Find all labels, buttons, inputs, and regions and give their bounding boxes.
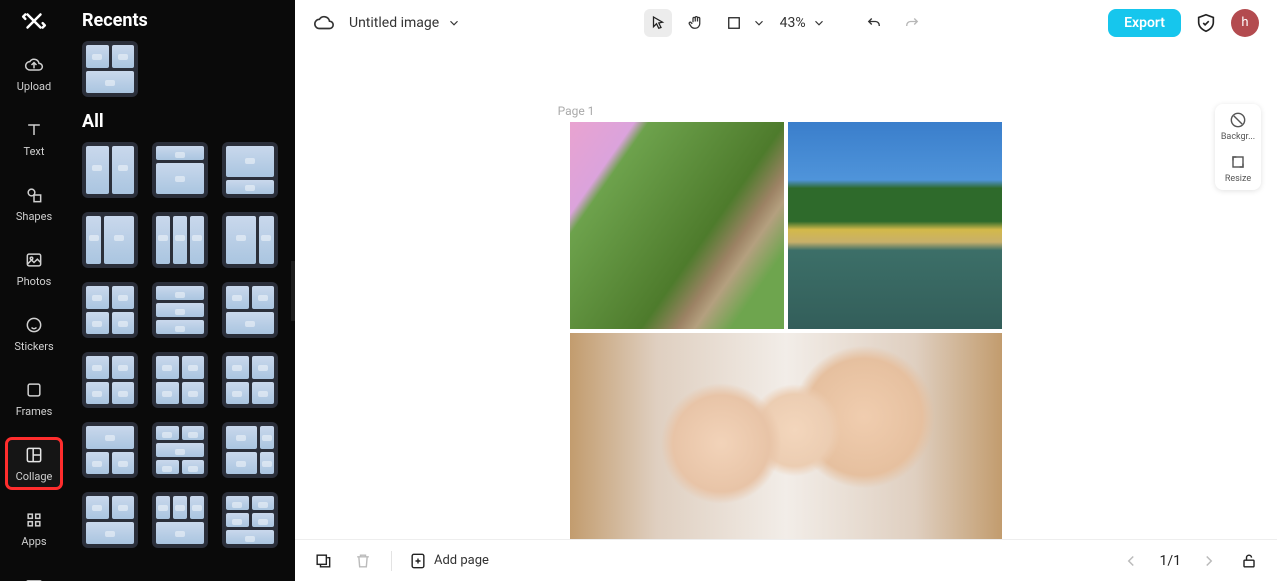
- layout-thumb[interactable]: [222, 492, 278, 548]
- layout-thumb-recent[interactable]: [82, 41, 138, 97]
- undo-button[interactable]: [860, 9, 888, 37]
- redo-button[interactable]: [898, 9, 926, 37]
- app-root: Upload Text Shapes Photos Stickers: [0, 0, 1277, 581]
- layers-button[interactable]: [311, 549, 335, 573]
- tool-shapes-label: Shapes: [16, 210, 52, 223]
- layout-thumb[interactable]: [152, 422, 208, 478]
- collage-cell-top-right[interactable]: [788, 122, 1002, 329]
- canvas-page[interactable]: [570, 122, 1002, 539]
- chevron-down-icon: [752, 16, 766, 30]
- background-tool[interactable]: Backgr...: [1221, 110, 1255, 142]
- layout-thumb[interactable]: [82, 492, 138, 548]
- crop-dropdown[interactable]: [720, 9, 748, 37]
- layout-thumb[interactable]: [152, 352, 208, 408]
- zoom-value: 43%: [780, 15, 806, 31]
- cloud-sync-icon[interactable]: [313, 12, 335, 34]
- chevron-down-icon: [447, 16, 461, 30]
- page-counter: 1/1: [1159, 553, 1181, 569]
- hand-tool[interactable]: [682, 9, 710, 37]
- app-logo-icon[interactable]: [20, 8, 48, 34]
- delete-button: [351, 549, 375, 573]
- collage-icon: [23, 444, 45, 466]
- layout-thumb[interactable]: [82, 422, 138, 478]
- all-heading: All: [82, 111, 281, 132]
- shield-icon[interactable]: [1195, 12, 1217, 34]
- tool-photos-label: Photos: [17, 275, 52, 288]
- tool-collage-label: Collage: [16, 470, 53, 483]
- layout-thumb[interactable]: [82, 282, 138, 338]
- tool-upload-label: Upload: [17, 80, 51, 93]
- export-button[interactable]: Export: [1108, 9, 1181, 37]
- layout-thumb[interactable]: [152, 142, 208, 198]
- tool-keyboard[interactable]: [6, 568, 62, 581]
- recents-grid: [82, 41, 281, 97]
- apps-icon: [23, 509, 45, 531]
- layout-thumb[interactable]: [222, 142, 278, 198]
- user-avatar[interactable]: h: [1231, 9, 1259, 37]
- background-label: Backgr...: [1221, 132, 1255, 142]
- tool-stickers-label: Stickers: [14, 340, 53, 353]
- tool-apps-label: Apps: [21, 535, 46, 548]
- tool-text-label: Text: [24, 145, 45, 158]
- collage-cell-top-left[interactable]: [570, 122, 784, 329]
- shapes-icon: [23, 184, 45, 206]
- tool-frames-label: Frames: [16, 405, 53, 418]
- toolbar-center: 43%: [644, 9, 926, 37]
- tool-stickers[interactable]: Stickers: [6, 308, 62, 359]
- layout-thumb[interactable]: [82, 212, 138, 268]
- layout-thumb[interactable]: [222, 422, 278, 478]
- layout-thumb[interactable]: [152, 282, 208, 338]
- collage-cell-bottom[interactable]: [570, 333, 1002, 539]
- topbar-right: Export h: [1108, 9, 1259, 37]
- layout-thumb[interactable]: [152, 212, 208, 268]
- zoom-dropdown[interactable]: 43%: [776, 15, 830, 31]
- tool-photos[interactable]: Photos: [6, 243, 62, 294]
- add-page-label: Add page: [434, 553, 489, 568]
- divider: [391, 551, 392, 571]
- next-page-button: [1197, 549, 1221, 573]
- document-title: Untitled image: [349, 15, 439, 31]
- tool-shapes[interactable]: Shapes: [6, 178, 62, 229]
- topbar: Untitled image 43%: [295, 0, 1277, 46]
- chevron-down-icon: [812, 16, 826, 30]
- tool-text[interactable]: Text: [6, 113, 62, 164]
- upload-icon: [23, 54, 45, 76]
- document-title-dropdown[interactable]: Untitled image: [349, 15, 461, 31]
- resize-label: Resize: [1225, 174, 1251, 184]
- page-label: Page 1: [558, 104, 595, 118]
- canvas-workspace[interactable]: Page 1 Backgr... Resize: [295, 46, 1277, 539]
- layout-thumb[interactable]: [82, 142, 138, 198]
- collage-panel: Recents All: [68, 0, 295, 581]
- right-tools: Backgr... Resize: [1215, 104, 1261, 190]
- cursor-tool[interactable]: [644, 9, 672, 37]
- photos-icon: [23, 249, 45, 271]
- lock-button[interactable]: [1237, 549, 1261, 573]
- frames-icon: [23, 379, 45, 401]
- main-area: Untitled image 43%: [295, 0, 1277, 581]
- tool-apps[interactable]: Apps: [6, 503, 62, 554]
- keyboard-icon: [23, 574, 45, 581]
- tool-collage[interactable]: Collage: [6, 438, 62, 489]
- text-icon: [23, 119, 45, 141]
- layout-thumb[interactable]: [222, 352, 278, 408]
- add-page-button[interactable]: Add page: [408, 551, 489, 571]
- layout-thumb[interactable]: [222, 282, 278, 338]
- layout-thumb[interactable]: [82, 352, 138, 408]
- tool-rail: Upload Text Shapes Photos Stickers: [0, 0, 68, 581]
- bottombar: Add page 1/1: [295, 539, 1277, 581]
- tool-frames[interactable]: Frames: [6, 373, 62, 424]
- recents-heading: Recents: [82, 10, 281, 31]
- layout-thumb[interactable]: [152, 492, 208, 548]
- all-grid: [82, 142, 281, 548]
- layout-thumb[interactable]: [222, 212, 278, 268]
- resize-tool[interactable]: Resize: [1225, 152, 1251, 184]
- prev-page-button: [1119, 549, 1143, 573]
- tool-upload[interactable]: Upload: [6, 48, 62, 99]
- stickers-icon: [23, 314, 45, 336]
